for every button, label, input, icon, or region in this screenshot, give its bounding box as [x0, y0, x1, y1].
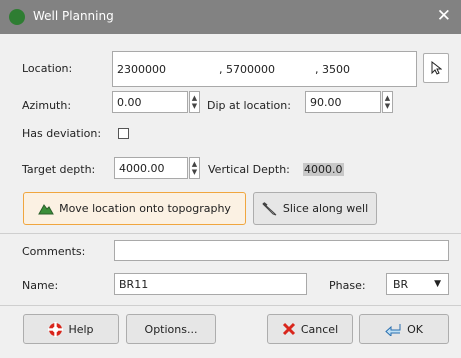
target-depth-input[interactable]: 4000.00 — [114, 157, 188, 179]
vertical-depth-value: 4000.0 — [303, 163, 344, 176]
dip-input[interactable]: 90.00 — [305, 91, 381, 113]
close-icon[interactable]: ✕ — [437, 6, 451, 26]
enter-arrow-icon — [385, 323, 401, 336]
name-label: Name: — [22, 279, 59, 292]
cancel-button[interactable]: Cancel — [267, 314, 353, 344]
options-button[interactable]: Options... — [126, 314, 216, 344]
pick-location-button[interactable] — [423, 53, 449, 83]
location-x: 2300000 — [117, 62, 166, 76]
comments-label: Comments: — [22, 245, 86, 258]
location-label: Location: — [22, 62, 73, 75]
slice-along-well-button[interactable]: Slice along well — [253, 192, 377, 225]
help-button-label: Help — [68, 322, 94, 336]
ok-button[interactable]: OK — [359, 314, 449, 344]
title-bar: Well Planning ✕ — [0, 0, 461, 34]
cancel-button-label: Cancel — [300, 322, 339, 336]
separator — [0, 233, 461, 234]
app-icon — [9, 9, 25, 25]
comments-input[interactable] — [114, 240, 449, 261]
target-depth-label: Target depth: — [22, 163, 96, 176]
location-field[interactable]: 2300000 , 5700000 , 3500 — [112, 51, 417, 87]
deviation-label: Has deviation: — [22, 127, 102, 140]
cancel-icon — [282, 322, 295, 336]
phase-label: Phase: — [329, 279, 366, 292]
help-button[interactable]: Help — [23, 314, 119, 344]
location-y: , 5700000 — [219, 62, 275, 76]
chevron-down-icon: ▼ — [434, 279, 441, 289]
deviation-checkbox[interactable] — [118, 128, 129, 139]
window-title: Well Planning — [33, 9, 114, 23]
azimuth-spinner[interactable]: ▲ ▼ — [189, 91, 200, 113]
lifebuoy-icon — [48, 321, 64, 337]
target-depth-spinner[interactable]: ▲ ▼ — [189, 157, 200, 179]
cursor-arrow-icon — [431, 61, 442, 75]
dip-label: Dip at location: — [207, 99, 291, 112]
dip-spinner[interactable]: ▲ ▼ — [382, 91, 393, 113]
options-button-label: Options... — [144, 322, 198, 336]
move-button-label: Move location onto topography — [59, 202, 231, 215]
name-input[interactable]: BR11 — [114, 273, 307, 295]
phase-value: BR — [393, 277, 409, 291]
phase-select[interactable]: BR ▼ — [386, 273, 449, 295]
separator — [0, 305, 461, 306]
move-onto-topography-button[interactable]: Move location onto topography — [23, 192, 246, 225]
slice-button-label: Slice along well — [282, 202, 369, 215]
location-z: , 3500 — [315, 62, 350, 76]
ok-button-label: OK — [407, 322, 423, 336]
topography-icon — [38, 204, 54, 215]
azimuth-label: Azimuth: — [22, 99, 72, 112]
vertical-depth-label: Vertical Depth: — [208, 163, 290, 176]
azimuth-input[interactable]: 0.00 — [112, 91, 188, 113]
knife-icon — [262, 201, 277, 215]
